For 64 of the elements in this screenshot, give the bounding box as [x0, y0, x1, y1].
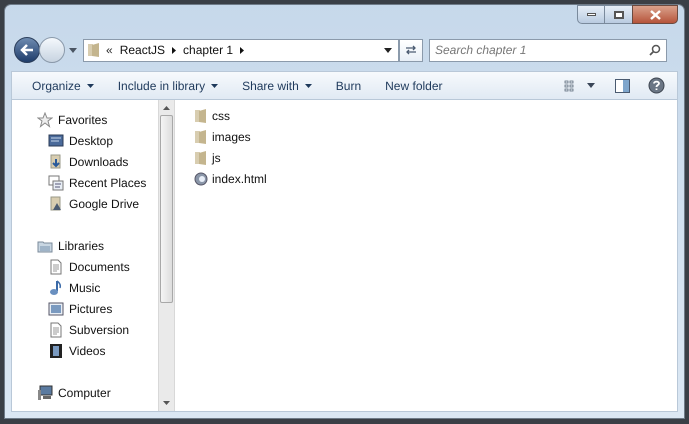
folder-icon: [194, 108, 208, 124]
browser-icon: [194, 170, 208, 186]
search-icon: [649, 44, 661, 56]
document-icon: [48, 322, 64, 338]
folder-icon: [194, 128, 208, 144]
music-note-icon: [48, 280, 64, 296]
caret-icon: [211, 84, 218, 88]
folder-icon: [48, 196, 64, 212]
toolbar-button[interactable]: Organize: [22, 74, 104, 96]
toolbar-button[interactable]: Burn: [326, 74, 372, 96]
search-field[interactable]: Search chapter 1: [429, 38, 667, 62]
nav-item[interactable]: Downloads: [69, 152, 128, 170]
overflow-chevron[interactable]: «: [106, 41, 113, 59]
preview-pane-icon: [614, 78, 630, 92]
nav-item[interactable]: Google Drive: [69, 194, 140, 212]
desktop-icon: [48, 132, 64, 148]
star-icon: [37, 112, 53, 128]
file-item[interactable]: css: [212, 106, 230, 124]
scrollbar[interactable]: [158, 100, 175, 411]
toolbar-button[interactable]: Share with: [232, 74, 322, 96]
file-item[interactable]: index.html: [212, 170, 267, 188]
document-icon: [48, 258, 64, 274]
nav-item[interactable]: Subversion: [69, 320, 130, 338]
dropdown-caret-icon: [384, 48, 392, 52]
back-button[interactable]: [14, 37, 40, 63]
folder-icon: [87, 42, 101, 58]
breadcrumb-link[interactable]: chapter 1: [183, 41, 234, 59]
nav-item[interactable]: Pictures: [69, 300, 112, 318]
recent-places-icon: [48, 174, 64, 190]
caret-icon: [587, 83, 595, 88]
maximize-button[interactable]: [605, 5, 632, 24]
nav-item[interactable]: Videos: [69, 342, 106, 360]
caret-icon: [86, 84, 94, 88]
chevron-right-icon: [240, 46, 244, 54]
computer-icon: [37, 384, 53, 400]
toolbar-button[interactable]: Include in library: [108, 74, 228, 96]
chevron-right-icon: [172, 46, 176, 54]
nav-item[interactable]: Desktop: [69, 132, 114, 150]
help-icon: [648, 77, 664, 94]
nav-item[interactable]: Libraries: [58, 236, 104, 254]
minimize-button[interactable]: [577, 5, 605, 24]
toolbar-button[interactable]: New folder: [375, 74, 452, 96]
scroll-up-icon: [163, 106, 170, 110]
nav-item[interactable]: Computer: [58, 384, 111, 402]
close-button[interactable]: [632, 5, 678, 24]
refresh-button[interactable]: [399, 38, 423, 62]
close-icon: [650, 10, 660, 20]
caret-icon: [304, 84, 312, 88]
nav-item[interactable]: Recent Places: [69, 174, 146, 192]
scroll-thumb[interactable]: [160, 115, 173, 303]
caret-icon: [69, 48, 77, 52]
film-icon: [48, 342, 64, 358]
nav-item[interactable]: Music: [69, 278, 100, 296]
scroll-down-icon: [163, 401, 170, 405]
folder-icon: [194, 150, 208, 166]
back-arrow-icon: [20, 44, 34, 56]
breadcrumb-link[interactable]: ReactJS: [120, 41, 166, 59]
nav-item[interactable]: Favorites: [58, 110, 108, 128]
nav-item[interactable]: Documents: [69, 258, 130, 276]
file-item[interactable]: js: [212, 148, 221, 166]
refresh-arrows-icon: [404, 44, 418, 56]
picture-icon: [48, 300, 64, 316]
address-bar[interactable]: « ReactJS chapter 1: [83, 38, 399, 62]
file-item[interactable]: images: [212, 128, 251, 146]
